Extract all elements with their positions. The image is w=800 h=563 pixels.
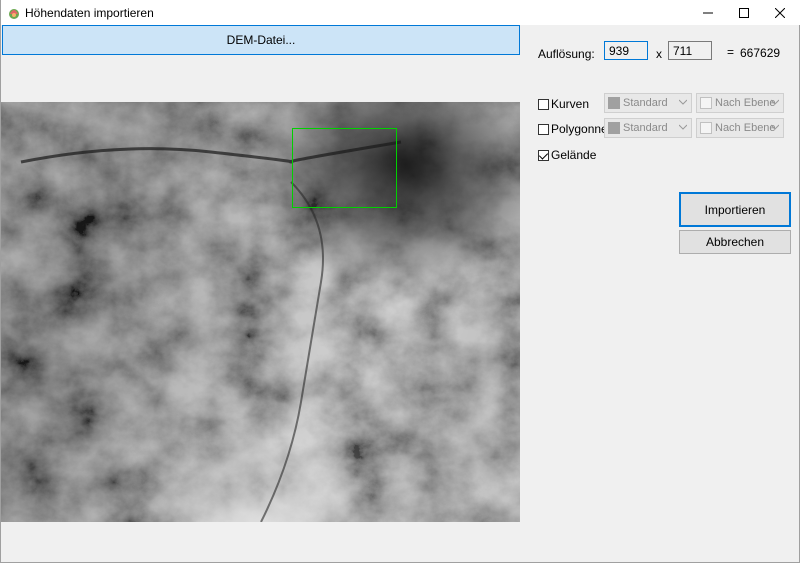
elevation-map-image bbox=[1, 102, 520, 522]
kurven-style-select[interactable]: Standard bbox=[604, 93, 692, 113]
chevron-down-icon bbox=[771, 124, 779, 130]
app-icon bbox=[7, 6, 21, 20]
selection-rectangle[interactable] bbox=[292, 128, 397, 208]
polygonnetz-layer-value: Nach Ebene bbox=[715, 122, 776, 134]
kurven-label: Kurven bbox=[551, 97, 590, 111]
resolution-total: 667629 bbox=[740, 46, 781, 60]
gelaende-checkbox-row[interactable]: Gelände bbox=[538, 148, 596, 162]
polygonnetz-style-select[interactable]: Standard bbox=[604, 118, 692, 138]
polygonnetz-layer-select[interactable]: Nach Ebene bbox=[696, 118, 784, 138]
color-swatch-icon bbox=[700, 122, 712, 134]
color-swatch-icon bbox=[608, 122, 620, 134]
title-bar: Höhendaten importieren bbox=[1, 0, 800, 25]
minimize-icon bbox=[703, 12, 713, 13]
close-button[interactable] bbox=[757, 0, 800, 25]
chevron-down-icon bbox=[771, 99, 779, 105]
kurven-layer-select[interactable]: Nach Ebene bbox=[696, 93, 784, 113]
resolution-width-input[interactable]: 939 bbox=[604, 41, 648, 60]
polygonnetz-checkbox[interactable] bbox=[538, 123, 549, 135]
close-icon bbox=[775, 7, 785, 18]
resolution-equals: = bbox=[727, 45, 735, 59]
chevron-down-icon bbox=[679, 124, 687, 130]
cancel-button[interactable]: Abbrechen bbox=[679, 230, 791, 254]
color-swatch-icon bbox=[700, 97, 712, 109]
chevron-down-icon bbox=[679, 99, 687, 105]
dem-file-button[interactable]: DEM-Datei... bbox=[2, 25, 520, 55]
kurven-layer-value: Nach Ebene bbox=[715, 97, 776, 109]
kurven-style-value: Standard bbox=[623, 97, 668, 109]
window-title: Höhendaten importieren bbox=[25, 6, 154, 20]
resolution-height-input[interactable]: 711 bbox=[668, 41, 712, 60]
color-swatch-icon bbox=[608, 97, 620, 109]
gelaende-label: Gelände bbox=[551, 148, 597, 162]
maximize-icon bbox=[739, 7, 749, 18]
elevation-preview[interactable] bbox=[1, 102, 520, 522]
gelaende-checkbox[interactable] bbox=[538, 149, 549, 161]
polygonnetz-style-value: Standard bbox=[623, 122, 668, 134]
import-dialog: Höhendaten importieren DEM-Datei... Aufl… bbox=[0, 0, 800, 563]
import-button[interactable]: Importieren bbox=[679, 192, 791, 227]
resolution-x-separator: x bbox=[656, 47, 662, 61]
resolution-label: Auflösung: bbox=[538, 47, 595, 61]
kurven-checkbox[interactable] bbox=[538, 98, 549, 110]
kurven-checkbox-row[interactable]: Kurven bbox=[538, 97, 589, 111]
